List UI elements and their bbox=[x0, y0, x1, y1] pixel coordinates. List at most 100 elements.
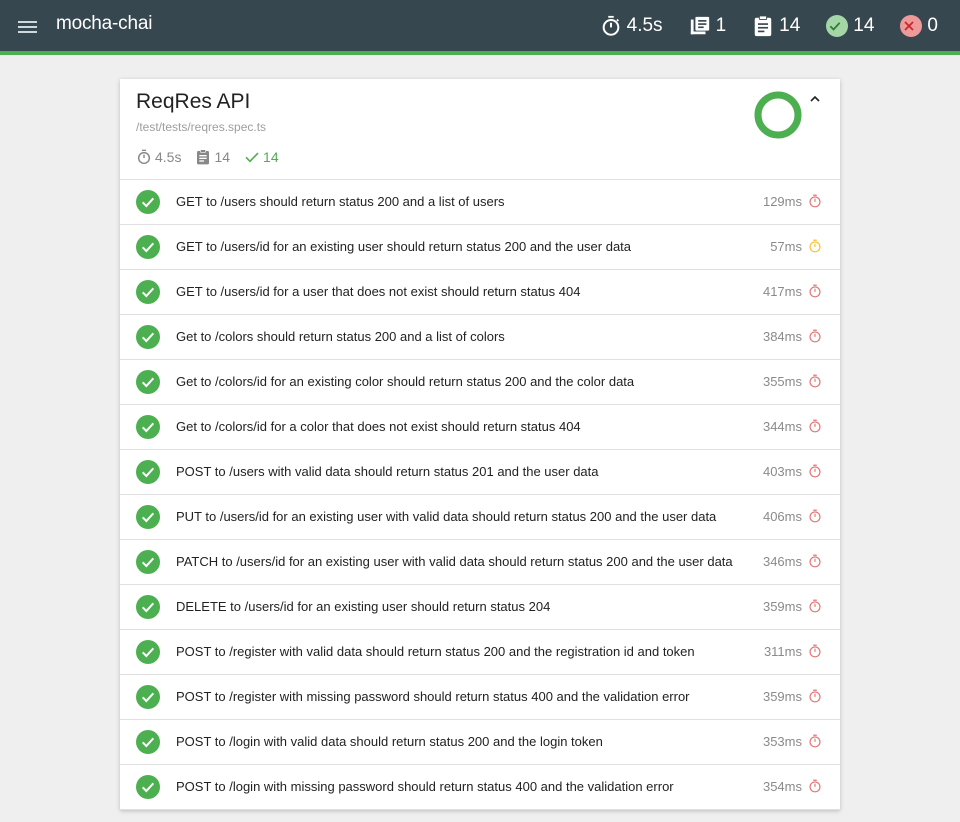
passed-check-icon bbox=[136, 190, 160, 214]
hamburger-menu-icon[interactable] bbox=[17, 17, 39, 35]
speed-stopwatch-icon bbox=[808, 599, 822, 618]
test-duration: 344ms bbox=[762, 419, 802, 434]
pass-rate-arc bbox=[754, 91, 802, 139]
passed-check-icon bbox=[136, 370, 160, 394]
test-title: POST to /login with missing password sho… bbox=[176, 779, 674, 794]
suites-icon bbox=[690, 16, 709, 34]
test-row[interactable]: GET to /users/id for a user that does no… bbox=[120, 270, 840, 315]
test-row[interactable]: GET to /users should return status 200 a… bbox=[120, 180, 840, 225]
test-row[interactable]: PUT to /users/id for an existing user wi… bbox=[120, 495, 840, 540]
report-title: mocha-chai bbox=[56, 13, 153, 34]
speed-stopwatch-icon bbox=[808, 779, 822, 798]
test-duration: 346ms bbox=[762, 554, 802, 569]
test-duration: 417ms bbox=[762, 284, 802, 299]
test-row[interactable]: GET to /users/id for an existing user sh… bbox=[120, 225, 840, 270]
speed-stopwatch-icon bbox=[808, 239, 822, 258]
pass-check-icon bbox=[826, 14, 849, 37]
passed-check-icon bbox=[136, 730, 160, 754]
test-row[interactable]: Get to /colors should return status 200 … bbox=[120, 315, 840, 360]
test-title: POST to /register with valid data should… bbox=[176, 644, 695, 659]
test-duration: 359ms bbox=[762, 689, 802, 704]
stopwatch-icon bbox=[137, 149, 151, 165]
test-row[interactable]: POST to /register with missing password … bbox=[120, 675, 840, 720]
test-duration: 406ms bbox=[762, 509, 802, 524]
passed-check-icon bbox=[136, 460, 160, 484]
stopwatch-icon bbox=[602, 15, 619, 36]
speed-stopwatch-icon bbox=[808, 509, 822, 528]
suite-passes: 14 bbox=[244, 149, 279, 165]
test-duration: 384ms bbox=[762, 329, 802, 344]
passed-check-icon bbox=[136, 415, 160, 439]
stat-suites-value: 1 bbox=[715, 14, 727, 36]
passed-check-icon bbox=[136, 505, 160, 529]
suite-tests-value: 14 bbox=[214, 149, 231, 165]
test-row[interactable]: Get to /colors/id for a color that does … bbox=[120, 405, 840, 450]
suite-duration-value: 4.5s bbox=[155, 149, 182, 165]
clipboard-icon bbox=[197, 149, 210, 165]
test-title: POST to /register with missing password … bbox=[176, 689, 690, 704]
speed-stopwatch-icon bbox=[808, 374, 822, 393]
speed-stopwatch-icon bbox=[808, 329, 822, 348]
test-row[interactable]: DELETE to /users/id for an existing user… bbox=[120, 585, 840, 630]
stat-passes[interactable]: 14 bbox=[826, 14, 875, 37]
top-navbar: mocha-chai 4.5s 1 14 14 0 bbox=[0, 0, 960, 55]
check-icon bbox=[245, 152, 259, 163]
suite-stats: 4.5s 14 14 bbox=[136, 149, 293, 165]
suite-file-path: /test/tests/reqres.spec.ts bbox=[136, 120, 267, 134]
test-title: Get to /colors should return status 200 … bbox=[176, 329, 505, 344]
test-title: POST to /login with valid data should re… bbox=[176, 734, 603, 749]
collapse-chevron-icon[interactable] bbox=[807, 91, 823, 107]
suite-header: ReqRes API /test/tests/reqres.spec.ts 4.… bbox=[120, 79, 840, 180]
stat-suites[interactable]: 1 bbox=[689, 14, 727, 37]
test-duration: 353ms bbox=[762, 734, 802, 749]
clipboard-icon bbox=[754, 14, 772, 36]
test-title: PUT to /users/id for an existing user wi… bbox=[176, 509, 717, 524]
passed-check-icon bbox=[136, 280, 160, 304]
passed-check-icon bbox=[136, 640, 160, 664]
stat-passes-value: 14 bbox=[853, 14, 875, 36]
test-row[interactable]: POST to /register with valid data should… bbox=[120, 630, 840, 675]
suite-duration: 4.5s bbox=[136, 149, 181, 165]
speed-stopwatch-icon bbox=[808, 554, 822, 573]
test-title: Get to /colors/id for a color that does … bbox=[176, 419, 581, 434]
test-title: GET to /users/id for an existing user sh… bbox=[176, 239, 632, 254]
pass-rate-chart bbox=[754, 91, 802, 139]
stat-failures-value: 0 bbox=[927, 14, 938, 36]
test-row[interactable]: PATCH to /users/id for an existing user … bbox=[120, 540, 840, 585]
passed-check-icon bbox=[136, 775, 160, 799]
suite-passes-value: 14 bbox=[263, 149, 279, 165]
suite-card: ReqRes API /test/tests/reqres.spec.ts 4.… bbox=[120, 79, 840, 810]
speed-stopwatch-icon bbox=[808, 284, 822, 303]
stat-failures[interactable]: 0 bbox=[900, 14, 938, 37]
test-duration: 403ms bbox=[762, 464, 802, 479]
speed-stopwatch-icon bbox=[808, 644, 822, 663]
speed-stopwatch-icon bbox=[808, 194, 822, 213]
stat-tests[interactable]: 14 bbox=[752, 15, 800, 37]
report-stats: 4.5s 1 14 14 0 bbox=[574, 0, 938, 51]
test-duration: 354ms bbox=[762, 779, 802, 794]
test-duration: 359ms bbox=[762, 599, 802, 614]
test-title: POST to /users with valid data should re… bbox=[176, 464, 599, 479]
stat-duration[interactable]: 4.5s bbox=[600, 15, 663, 37]
passed-check-icon bbox=[136, 685, 160, 709]
passed-check-icon bbox=[136, 325, 160, 349]
fail-x-icon bbox=[900, 14, 923, 37]
test-row[interactable]: POST to /login with valid data should re… bbox=[120, 720, 840, 765]
test-row[interactable]: Get to /colors/id for an existing color … bbox=[120, 360, 840, 405]
test-title: GET to /users/id for a user that does no… bbox=[176, 284, 581, 299]
suite-title: ReqRes API bbox=[136, 90, 251, 113]
test-duration: 129ms bbox=[762, 194, 802, 209]
passed-check-icon bbox=[136, 235, 160, 259]
test-title: GET to /users should return status 200 a… bbox=[176, 194, 505, 209]
speed-stopwatch-icon bbox=[808, 464, 822, 483]
test-duration: 311ms bbox=[763, 644, 802, 659]
suite-tests: 14 bbox=[195, 149, 230, 165]
passed-check-icon bbox=[136, 550, 160, 574]
test-row[interactable]: POST to /users with valid data should re… bbox=[120, 450, 840, 495]
test-duration: 355ms bbox=[762, 374, 802, 389]
stat-duration-value: 4.5s bbox=[626, 14, 663, 36]
test-title: DELETE to /users/id for an existing user… bbox=[176, 599, 551, 614]
test-title: PATCH to /users/id for an existing user … bbox=[176, 554, 733, 569]
test-row[interactable]: POST to /login with missing password sho… bbox=[120, 765, 840, 810]
speed-stopwatch-icon bbox=[808, 689, 822, 708]
